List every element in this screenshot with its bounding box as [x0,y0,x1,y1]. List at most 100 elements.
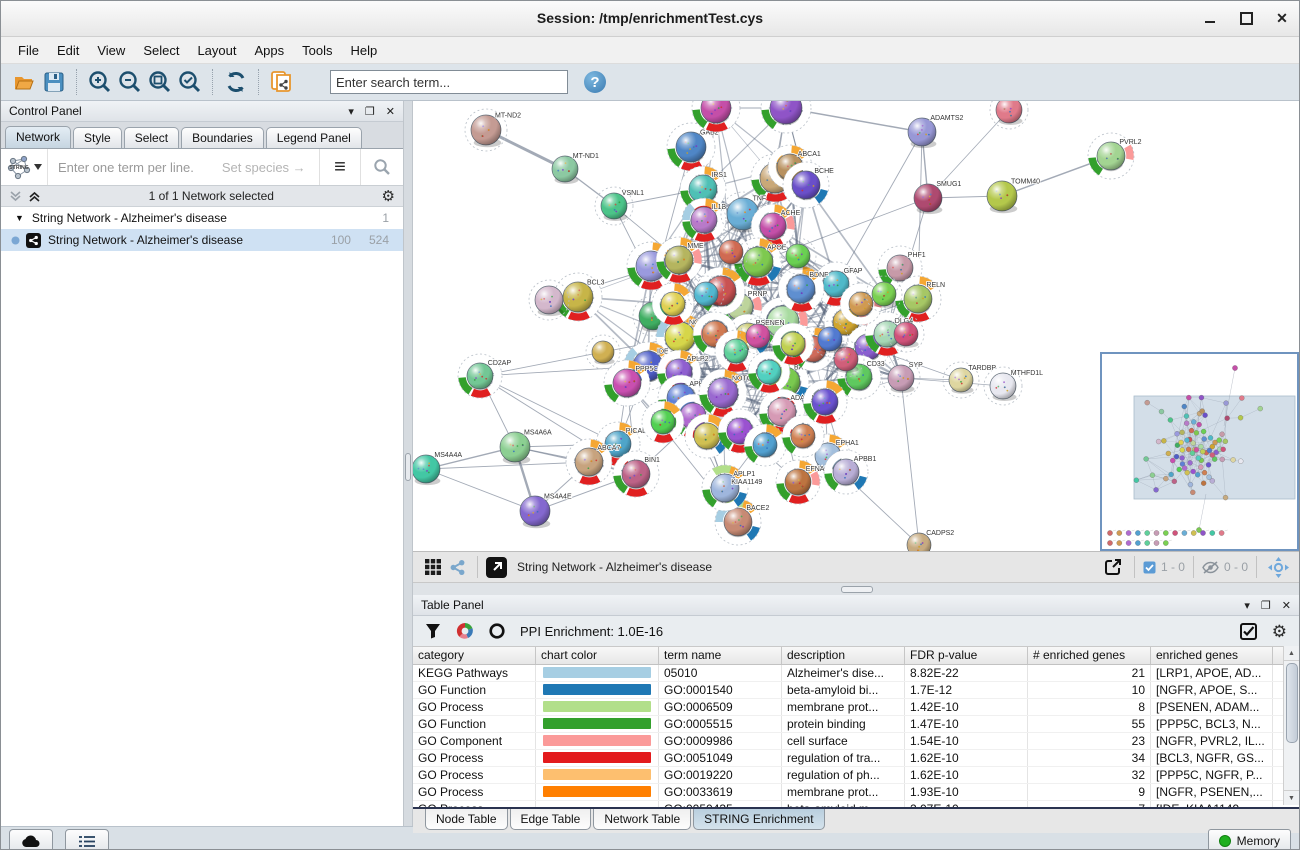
filter-icon[interactable] [425,623,441,639]
zoom-in-icon [87,69,113,95]
svg-text:MME: MME [687,243,704,250]
column-header[interactable]: FDR p-value [905,647,1028,664]
table-row[interactable]: GO ProcessGO:0050435beta-amyloid m...2.0… [413,801,1299,807]
tab-boundaries[interactable]: Boundaries [181,127,264,148]
task-history-button[interactable] [65,829,109,850]
memory-button[interactable]: Memory [1208,829,1291,850]
horizontal-splitter[interactable] [413,582,1299,595]
svg-text:BCL3: BCL3 [587,279,605,286]
collection-count: 1 [382,211,389,225]
splitter-handle[interactable] [841,586,873,593]
network-canvas[interactable]: MT-ND2MT-ND1VSNL1GAB2ADAMTS2SMUG1TOMM40P… [413,101,1299,551]
column-header[interactable]: # enriched genes [1028,647,1151,664]
splitter-handle[interactable] [405,453,411,481]
panel-menu-caret-icon[interactable]: ▾ [348,105,354,118]
menu-tools[interactable]: Tools [293,40,341,61]
cell-genes: [LRP1, APOE, AD... [1151,665,1273,681]
settings-gear-icon[interactable]: ⚙ [1272,623,1287,640]
menu-layout[interactable]: Layout [188,40,245,61]
control-panel-tabs: NetworkStyleSelectBoundariesLegend Panel [1,122,403,149]
string-search-button[interactable] [361,158,403,176]
column-header[interactable]: term name [659,647,782,664]
export-network-button[interactable] [1100,554,1126,580]
string-query-placeholder[interactable]: Enter one term per line. [58,160,194,175]
zoom-in-button[interactable] [85,67,115,97]
help-button[interactable]: ? [584,71,606,93]
network-view-toolbar: String Network - Alzheimer's disease 1 -… [413,551,1299,582]
tree-expander-icon[interactable]: ▼ [1,213,24,223]
tab-network[interactable]: Network [5,126,71,148]
zoom-fit-button[interactable] [145,67,175,97]
table-row[interactable]: GO FunctionGO:0005515protein binding1.47… [413,716,1299,733]
expand-all-icon[interactable] [28,190,41,203]
gear-icon[interactable]: ⚙ [382,189,395,204]
zoom-selected-button[interactable] [175,67,205,97]
column-header[interactable]: category [413,647,536,664]
cloud-tasks-button[interactable] [9,829,53,850]
tab-style[interactable]: Style [73,127,122,148]
maximize-button[interactable] [1239,12,1253,26]
detach-view-button[interactable] [486,557,507,578]
collapse-all-icon[interactable] [9,190,22,203]
cell-description: regulation of tra... [782,750,905,766]
scroll-down-icon[interactable]: ▼ [1284,790,1299,805]
refresh-button[interactable] [221,67,251,97]
panel-menu-caret-icon[interactable]: ▾ [1244,599,1250,612]
column-header[interactable]: enriched genes [1151,647,1273,664]
network-from-file-button[interactable] [267,67,297,97]
table-row[interactable]: GO ProcessGO:0051049regulation of tra...… [413,750,1299,767]
menu-edit[interactable]: Edit [48,40,88,61]
table-row[interactable]: GO ProcessGO:0006509membrane prot...1.42… [413,699,1299,716]
scroll-thumb[interactable] [1286,663,1298,743]
tab-node-table[interactable]: Node Table [425,809,508,830]
save-session-button[interactable] [39,67,69,97]
svg-text:TOMM40: TOMM40 [1011,178,1040,185]
pan-mode-button[interactable] [1265,554,1291,580]
panel-splitter[interactable] [403,101,413,826]
ring-chart-icon[interactable] [489,623,505,639]
zoom-out-button[interactable] [115,67,145,97]
select-checkbox-icon[interactable] [1240,623,1257,640]
menu-select[interactable]: Select [134,40,188,61]
birdseye-toggle-button[interactable] [445,555,469,579]
search-input[interactable] [330,70,568,94]
column-header[interactable]: description [782,647,905,664]
table-row[interactable]: GO ProcessGO:0019220regulation of ph...1… [413,767,1299,784]
tab-network-table[interactable]: Network Table [593,809,691,830]
scroll-up-icon[interactable]: ▲ [1284,646,1299,661]
cell-term-name: GO:0033619 [659,784,782,800]
grid-view-button[interactable] [421,555,445,579]
menu-view[interactable]: View [88,40,134,61]
close-button[interactable]: ✕ [1275,12,1289,26]
cell-genes: [PPP5C, BCL3, N... [1151,716,1273,732]
string-options-menu-icon[interactable]: ≡ [320,156,360,179]
cell-chart-color [536,716,659,732]
tab-legend-panel[interactable]: Legend Panel [266,127,362,148]
string-logo-dropdown[interactable]: STRING [1,149,48,185]
column-header[interactable]: chart color [536,647,659,664]
table-row[interactable]: KEGG Pathways05010Alzheimer's dise...8.8… [413,665,1299,682]
panel-float-icon[interactable]: ❐ [365,105,375,118]
color-swatch [543,735,651,746]
network-collection-row[interactable]: ▼ String Network - Alzheimer's disease 1 [1,207,403,229]
menu-help[interactable]: Help [342,40,387,61]
panel-float-icon[interactable]: ❐ [1261,599,1271,612]
tab-edge-table[interactable]: Edge Table [510,809,592,830]
set-species-link[interactable]: Set species → [222,160,306,175]
table-row[interactable]: GO ProcessGO:0033619membrane prot...1.93… [413,784,1299,801]
chart-donut-icon[interactable] [456,622,474,640]
network-row[interactable]: String Network - Alzheimer's disease 100… [1,229,403,251]
table-row[interactable]: GO ComponentGO:0009986cell surface1.54E-… [413,733,1299,750]
table-row[interactable]: GO FunctionGO:0001540beta-amyloid bi...1… [413,682,1299,699]
tab-select[interactable]: Select [124,127,179,148]
tab-string-enrichment[interactable]: STRING Enrichment [693,809,824,830]
table-scrollbar[interactable]: ▲ ▼ [1283,646,1299,805]
open-session-button[interactable] [9,67,39,97]
panel-close-icon[interactable]: ✕ [386,105,395,118]
minimize-button[interactable] [1203,12,1217,26]
control-panel: Control Panel ▾ ❐ ✕ NetworkStyleSelectBo… [1,101,403,826]
birdseye-view[interactable] [1100,352,1299,551]
menu-file[interactable]: File [9,40,48,61]
menu-apps[interactable]: Apps [246,40,294,61]
panel-close-icon[interactable]: ✕ [1282,599,1291,612]
